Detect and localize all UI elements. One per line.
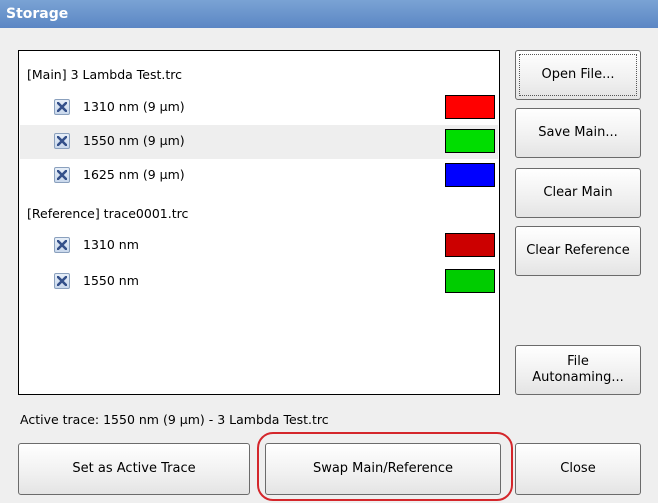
trace-row-main-1310[interactable]: 1310 nm (9 µm) [20,91,498,125]
trace-list[interactable]: [Main] 3 Lambda Test.trc 1310 nm (9 µm) … [18,50,500,395]
trace-row-ref-1310[interactable]: 1310 nm [20,229,498,263]
checkbox-main-1310[interactable] [54,99,70,115]
reference-group-header: [Reference] trace0001.trc [27,206,189,221]
close-label: Close [560,461,596,477]
trace-label: 1550 nm [83,273,139,288]
checkbox-ref-1550[interactable] [54,273,70,289]
x-check-icon [57,276,67,286]
checkbox-ref-1310[interactable] [54,237,70,253]
x-check-icon [57,136,67,146]
window-titlebar: Storage [0,0,658,28]
save-main-button[interactable]: Save Main... [515,108,641,158]
color-swatch-green [445,129,495,153]
trace-row-ref-1550[interactable]: 1550 nm [20,265,498,299]
clear-reference-label: Clear Reference [526,243,630,259]
save-main-label: Save Main... [538,125,618,141]
active-trace-status: Active trace: 1550 nm (9 µm) - 3 Lambda … [20,412,329,427]
color-swatch-blue [445,163,495,187]
clear-main-button[interactable]: Clear Main [515,168,641,218]
trace-label: 1310 nm (9 µm) [83,99,185,114]
open-file-button[interactable]: Open File... [515,50,641,100]
trace-row-main-1550[interactable]: 1550 nm (9 µm) [20,125,498,159]
close-button[interactable]: Close [515,443,641,495]
set-active-trace-button[interactable]: Set as Active Trace [18,443,250,495]
color-swatch-red [445,95,495,119]
checkbox-main-1550[interactable] [54,133,70,149]
x-check-icon [57,102,67,112]
trace-label: 1625 nm (9 µm) [83,167,185,182]
trace-label: 1550 nm (9 µm) [83,133,185,148]
trace-label: 1310 nm [83,237,139,252]
checkbox-main-1625[interactable] [54,167,70,183]
clear-reference-button[interactable]: Clear Reference [515,226,641,276]
set-active-trace-label: Set as Active Trace [72,461,196,477]
x-check-icon [57,240,67,250]
main-group-header: [Main] 3 Lambda Test.trc [27,67,183,82]
focus-rect [519,54,637,96]
file-autonaming-button[interactable]: File Autonaming... [515,345,641,395]
window-title: Storage [6,6,69,22]
file-autonaming-label: File Autonaming... [532,354,624,385]
clear-main-label: Clear Main [543,185,613,201]
highlight-ring [257,432,513,501]
x-check-icon [57,170,67,180]
color-swatch-dark-green [445,269,495,293]
trace-row-main-1625[interactable]: 1625 nm (9 µm) [20,159,498,193]
color-swatch-dark-red [445,233,495,257]
